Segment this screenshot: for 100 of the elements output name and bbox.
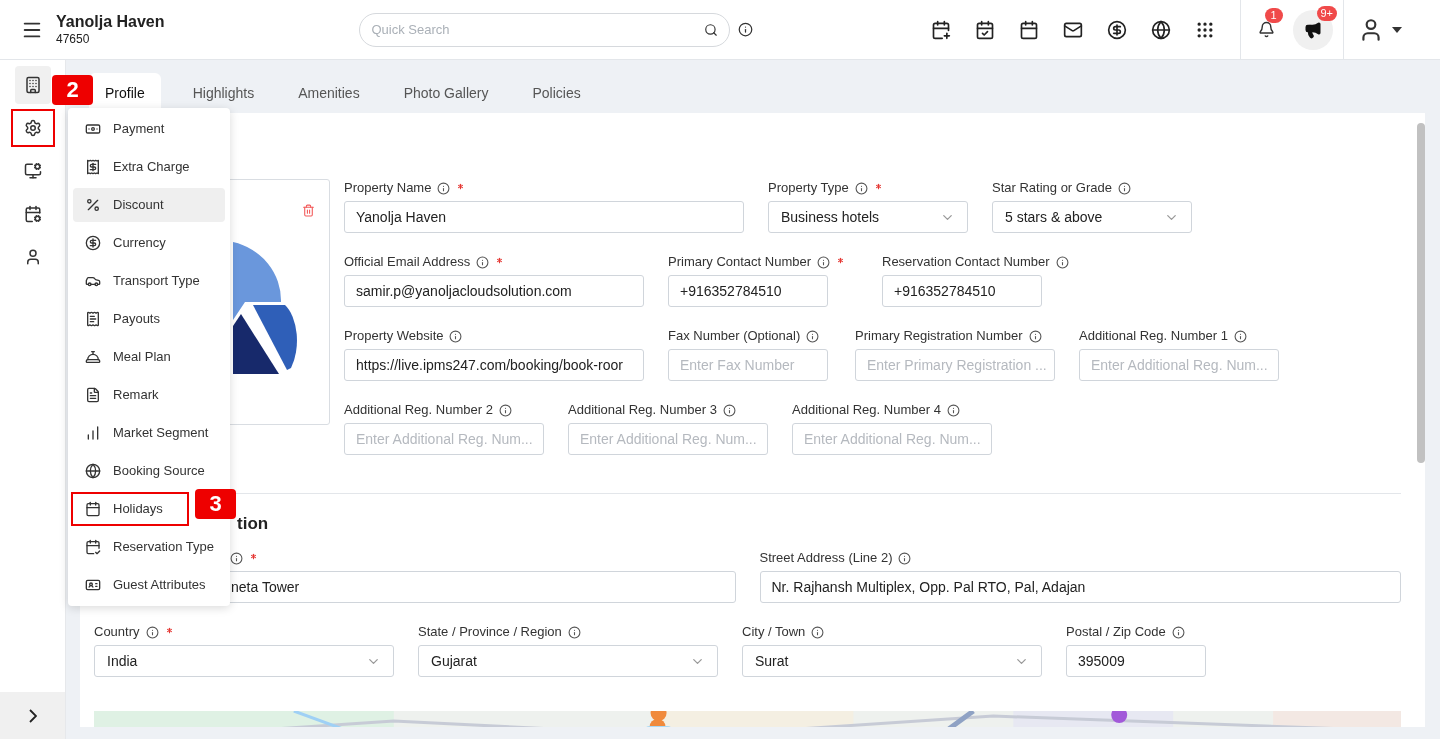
info-icon[interactable] [1117, 181, 1131, 195]
menu-item[interactable]: Meal Plan [73, 340, 183, 374]
input-field[interactable]: Enter Additional Reg. Num... [792, 423, 992, 455]
calendar-plus-icon [930, 19, 951, 40]
info-icon[interactable] [737, 22, 753, 37]
info-icon[interactable] [567, 625, 581, 639]
info-icon[interactable] [817, 255, 831, 269]
input-field[interactable]: https://live.ipms247.com/booking/book-roor [344, 349, 644, 381]
building-icon [23, 76, 42, 94]
id-card-icon [85, 577, 101, 593]
field-label: State / Province / Region [418, 623, 562, 642]
info-icon[interactable] [437, 181, 451, 195]
input-field[interactable]: +916352784510 [668, 275, 828, 307]
invoice-icon [85, 311, 101, 327]
menu-item[interactable]: Currency [73, 226, 178, 260]
field-label: Property Website [344, 327, 444, 346]
announcement-button[interactable] [1292, 9, 1333, 50]
menu-item[interactable]: Market Segment [73, 416, 221, 450]
menu-item[interactable]: Booking Source [73, 454, 217, 488]
info-icon[interactable] [854, 181, 868, 195]
info-icon[interactable] [898, 551, 912, 565]
field-label: Postal / Zip Code [1066, 623, 1166, 642]
info-icon[interactable] [1171, 625, 1185, 639]
select-field[interactable]: India [94, 645, 394, 677]
monitor-icon [23, 162, 42, 180]
megaphone-icon [1303, 20, 1322, 39]
field-label: Star Rating or Grade [992, 179, 1112, 198]
info-icon[interactable] [449, 329, 463, 343]
select-field[interactable]: 5 stars & above [992, 201, 1192, 233]
globe-icon [85, 463, 101, 479]
percent-icon [85, 197, 101, 213]
search-icon[interactable] [703, 22, 718, 37]
menu-item[interactable]: Payouts [73, 302, 172, 336]
globe-button[interactable] [1149, 18, 1172, 41]
tab[interactable]: Amenities [282, 73, 376, 113]
info-icon[interactable] [1028, 329, 1042, 343]
tab[interactable]: Policies [516, 73, 597, 113]
chevron-right-icon [28, 708, 37, 723]
dollar-icon [1106, 19, 1127, 40]
scrollbar-thumb[interactable] [1417, 123, 1425, 463]
input-field[interactable]: Enter Additional Reg. Num... [1079, 349, 1279, 381]
menu-item[interactable]: Holidays [71, 492, 189, 526]
select-field[interactable]: Surat [742, 645, 1042, 677]
menu-item[interactable]: Extra Charge [73, 150, 202, 184]
menu-item[interactable]: Payment [73, 112, 177, 146]
field-label: Primary Contact Number [668, 253, 812, 272]
info-icon[interactable] [1055, 255, 1069, 269]
info-icon[interactable] [946, 403, 960, 417]
input-field[interactable]: Yanolja Haven [344, 201, 744, 233]
field-label: Street Address (Line 2) [759, 549, 893, 568]
settings-icon [23, 119, 42, 137]
info-icon[interactable] [1233, 329, 1247, 343]
field-label: Property Name [344, 179, 432, 198]
caret-icon [1391, 26, 1402, 33]
menu-item[interactable]: Discount [73, 188, 225, 222]
input-field[interactable]: Enter Additional Reg. Num... [344, 423, 544, 455]
field-label: Primary Registration Number [855, 327, 1023, 346]
input-field[interactable]: Nr. Rajhansh Multiplex, Opp. Pal RTO, Pal, Adajan [759, 571, 1401, 603]
input-field[interactable]: +916352784510 [882, 275, 1042, 307]
search-field[interactable]: Quick Search [358, 12, 730, 47]
select-field[interactable]: Business hotels [768, 201, 968, 233]
tab[interactable]: Photo Gallery [387, 73, 505, 113]
field-label: Official Email Address [344, 253, 471, 272]
calendar-icon [1018, 19, 1039, 40]
info-icon[interactable] [145, 625, 159, 639]
field-label: Property Type [768, 179, 849, 198]
input-field[interactable]: samir.p@yanoljacloudsolution.com [344, 275, 644, 307]
input-field[interactable]: Enter Primary Registration ... [855, 349, 1055, 381]
step-badge: 2 [52, 75, 93, 105]
cloche-icon [85, 349, 101, 365]
info-icon[interactable] [476, 255, 490, 269]
calendar-check-icon [85, 539, 101, 555]
step-badge: 3 [195, 489, 236, 519]
menu-item[interactable]: Remark [73, 378, 171, 412]
info-icon[interactable] [230, 551, 243, 565]
building-nav-button[interactable] [14, 66, 51, 104]
field-label: Fax Number (Optional) [668, 327, 801, 346]
info-icon[interactable] [811, 625, 825, 639]
field-label: Additional Reg. Number 2 [344, 401, 493, 420]
field-label: Additional Reg. Number 4 [792, 401, 941, 420]
announcement-badge: 9+ [1316, 5, 1338, 21]
property-title: Yanolja Haven [56, 12, 165, 32]
document-icon [85, 387, 101, 403]
field-label: City / Town [742, 623, 806, 642]
field-label: Additional Reg. Number 3 [568, 401, 717, 420]
input-field[interactable]: 395009 [1066, 645, 1206, 677]
banknote-icon [85, 121, 101, 137]
field-label: Reservation Contact Number [882, 253, 1050, 272]
input-field[interactable]: Enter Fax Number [668, 349, 828, 381]
input-field[interactable]: Enter Additional Reg. Num... [568, 423, 768, 455]
info-icon[interactable] [806, 329, 820, 343]
select-field[interactable]: Gujarat [418, 645, 718, 677]
delete-icon[interactable] [302, 204, 315, 217]
dollar-button[interactable] [1105, 18, 1128, 41]
info-icon[interactable] [722, 403, 736, 417]
menu-item[interactable]: Reservation Type [73, 530, 226, 564]
info-icon[interactable] [498, 403, 512, 417]
menu-item[interactable]: Transport Type [73, 264, 212, 298]
settings-nav-button[interactable] [10, 109, 55, 147]
tab[interactable]: Highlights [176, 73, 271, 113]
